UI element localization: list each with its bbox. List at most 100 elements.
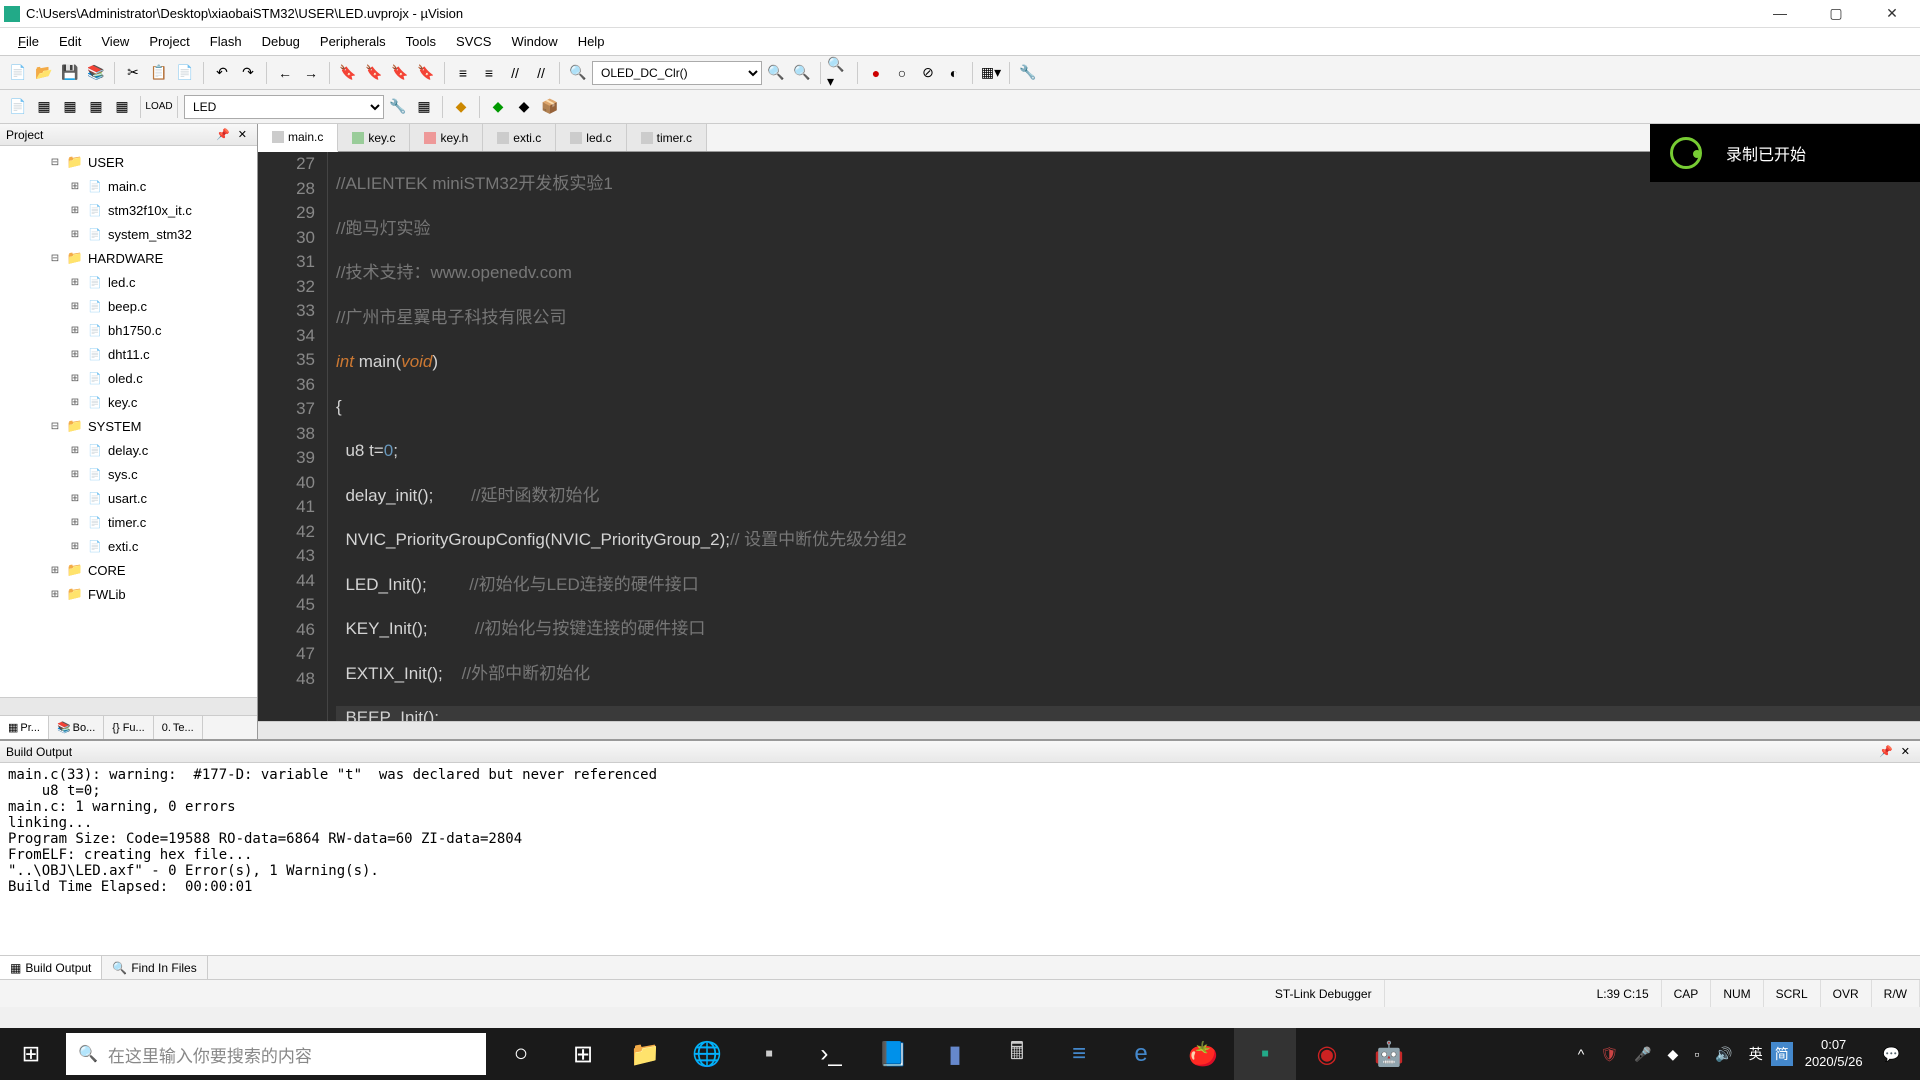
- panel-tab-books[interactable]: 📚 Bo...: [49, 716, 104, 739]
- task-android-icon[interactable]: 🤖: [1358, 1028, 1420, 1080]
- task-pomo-icon[interactable]: 🍅: [1172, 1028, 1234, 1080]
- build-output-content[interactable]: main.c(33): warning: #177-D: variable "t…: [0, 763, 1920, 955]
- build-close-icon[interactable]: ✕: [1897, 745, 1914, 758]
- panel-tab-functions[interactable]: {} Fu...: [104, 716, 153, 739]
- breakpoint-enable-icon[interactable]: ◐: [942, 61, 966, 85]
- tree-folder-fwlib[interactable]: ⊞📁FWLib: [0, 582, 257, 606]
- menu-edit[interactable]: Edit: [49, 30, 91, 53]
- tree-file-oled[interactable]: ⊞📄oled.c: [0, 366, 257, 390]
- task-edge-icon[interactable]: e: [1110, 1028, 1172, 1080]
- tree-file-led[interactable]: ⊞📄led.c: [0, 270, 257, 294]
- build-tab-output[interactable]: ▦ Build Output: [0, 956, 102, 979]
- tray-ime-lang[interactable]: 英: [1741, 1044, 1771, 1064]
- debug-icon[interactable]: 🔍▾: [827, 61, 851, 85]
- tray-app-icon[interactable]: ◆: [1660, 1046, 1687, 1063]
- tray-mic-icon[interactable]: 🎤: [1626, 1046, 1659, 1063]
- window-icon[interactable]: ▦▾: [979, 61, 1003, 85]
- tray-battery-icon[interactable]: ▫: [1686, 1046, 1707, 1062]
- breakpoint-kill-icon[interactable]: ⊘: [916, 61, 940, 85]
- menu-help[interactable]: Help: [568, 30, 615, 53]
- tree-file-beep[interactable]: ⊞📄beep.c: [0, 294, 257, 318]
- menu-peripherals[interactable]: Peripherals: [310, 30, 396, 53]
- indent-icon[interactable]: ≡: [451, 61, 475, 85]
- menu-window[interactable]: Window: [501, 30, 567, 53]
- tree-hscroll[interactable]: [0, 697, 257, 715]
- bookmark-clear-icon[interactable]: 🔖: [414, 61, 438, 85]
- target-combo[interactable]: LED: [184, 95, 384, 119]
- tree-folder-system[interactable]: ⊟📁SYSTEM: [0, 414, 257, 438]
- close-button[interactable]: ✕: [1876, 5, 1908, 22]
- find-combo[interactable]: OLED_DC_Clr(): [592, 61, 762, 85]
- taskbar-search[interactable]: 🔍 在这里输入你要搜索的内容: [66, 1033, 486, 1075]
- tab-keyc[interactable]: key.c: [338, 124, 410, 151]
- tree-file-exti[interactable]: ⊞📄exti.c: [0, 534, 257, 558]
- tray-volume-icon[interactable]: 🔊: [1707, 1046, 1740, 1063]
- tree-file-bh1750[interactable]: ⊞📄bh1750.c: [0, 318, 257, 342]
- incremental-find-icon[interactable]: 🔍: [790, 61, 814, 85]
- minimize-button[interactable]: —: [1764, 5, 1796, 22]
- tab-led[interactable]: led.c: [556, 124, 626, 151]
- start-button[interactable]: ⊞: [0, 1028, 62, 1080]
- tree-file-timer[interactable]: ⊞📄timer.c: [0, 510, 257, 534]
- save-all-icon[interactable]: 📚: [84, 61, 108, 85]
- redo-icon[interactable]: ↷: [236, 61, 260, 85]
- task-prompt-icon[interactable]: ›_: [800, 1028, 862, 1080]
- task-keil-icon[interactable]: ▪: [1234, 1028, 1296, 1080]
- tree-folder-core[interactable]: ⊞📁CORE: [0, 558, 257, 582]
- nav-forward-icon[interactable]: →: [299, 61, 323, 85]
- tab-exti[interactable]: exti.c: [483, 124, 556, 151]
- bookmark-prev-icon[interactable]: 🔖: [362, 61, 386, 85]
- tray-clock[interactable]: 0:07 2020/5/26: [1793, 1037, 1875, 1071]
- rebuild-icon[interactable]: ▦: [58, 95, 82, 119]
- tray-security-icon[interactable]: 🛡: [1592, 1046, 1626, 1063]
- save-icon[interactable]: 💾: [58, 61, 82, 85]
- tab-keyh[interactable]: key.h: [410, 124, 483, 151]
- download-icon[interactable]: LOAD: [147, 95, 171, 119]
- task-terminal-icon[interactable]: ▪: [738, 1028, 800, 1080]
- tree-folder-hardware[interactable]: ⊟📁HARDWARE: [0, 246, 257, 270]
- comment-icon[interactable]: //: [503, 61, 527, 85]
- translate-icon[interactable]: 📄: [6, 95, 30, 119]
- tree-file-dht11[interactable]: ⊞📄dht11.c: [0, 342, 257, 366]
- open-file-icon[interactable]: 📂: [32, 61, 56, 85]
- new-file-icon[interactable]: 📄: [6, 61, 30, 85]
- config-wizard-icon[interactable]: ◆: [512, 95, 536, 119]
- task-view-icon[interactable]: ⊞: [552, 1028, 614, 1080]
- copy-icon[interactable]: 📋: [147, 61, 171, 85]
- outdent-icon[interactable]: ≡: [477, 61, 501, 85]
- menu-flash[interactable]: Flash: [200, 30, 252, 53]
- bookmark-next-icon[interactable]: 🔖: [388, 61, 412, 85]
- code-editor[interactable]: 2728293031323334353637383940414243444546…: [258, 152, 1920, 721]
- task-rec-icon[interactable]: ◉: [1296, 1028, 1358, 1080]
- menu-file[interactable]: File: [8, 30, 49, 53]
- configure-icon[interactable]: 🔧: [1016, 61, 1040, 85]
- task-chrome-icon[interactable]: 🌐: [676, 1028, 738, 1080]
- task-wps-icon[interactable]: 📘: [862, 1028, 924, 1080]
- tab-timer[interactable]: timer.c: [627, 124, 707, 151]
- panel-tab-project[interactable]: ▦ Pr...: [0, 716, 49, 739]
- menu-project[interactable]: Project: [139, 30, 199, 53]
- build-icon[interactable]: ▦: [32, 95, 56, 119]
- pack-installer-icon[interactable]: 📦: [538, 95, 562, 119]
- target-options-icon[interactable]: 🔧: [386, 95, 410, 119]
- build-pin-icon[interactable]: 📌: [1875, 745, 1897, 758]
- panel-pin-icon[interactable]: 📌: [212, 128, 234, 141]
- code-content[interactable]: //ALIENTEK miniSTM32开发板实验1 //跑马灯实验 //技术支…: [328, 152, 1920, 721]
- menu-svcs[interactable]: SVCS: [446, 30, 501, 53]
- task-vscode-icon[interactable]: ≡: [1048, 1028, 1110, 1080]
- menu-debug[interactable]: Debug: [252, 30, 310, 53]
- breakpoint-disable-icon[interactable]: ○: [890, 61, 914, 85]
- nav-back-icon[interactable]: ←: [273, 61, 297, 85]
- project-tree[interactable]: ⊟📁USER ⊞📄main.c ⊞📄stm32f10x_it.c ⊞📄syste…: [0, 146, 257, 697]
- file-ext-icon[interactable]: ▦: [412, 95, 436, 119]
- tray-notifications-icon[interactable]: 💬: [1875, 1046, 1908, 1063]
- tree-file-delay[interactable]: ⊞📄delay.c: [0, 438, 257, 462]
- stop-build-icon[interactable]: ▦: [110, 95, 134, 119]
- panel-tab-templates[interactable]: 0. Te...: [154, 716, 203, 739]
- batch-build-icon[interactable]: ▦: [84, 95, 108, 119]
- manage-rte-icon[interactable]: ◆: [449, 95, 473, 119]
- menu-view[interactable]: View: [91, 30, 139, 53]
- find-icon[interactable]: 🔍: [566, 61, 590, 85]
- books-icon[interactable]: ◆: [486, 95, 510, 119]
- uncomment-icon[interactable]: //: [529, 61, 553, 85]
